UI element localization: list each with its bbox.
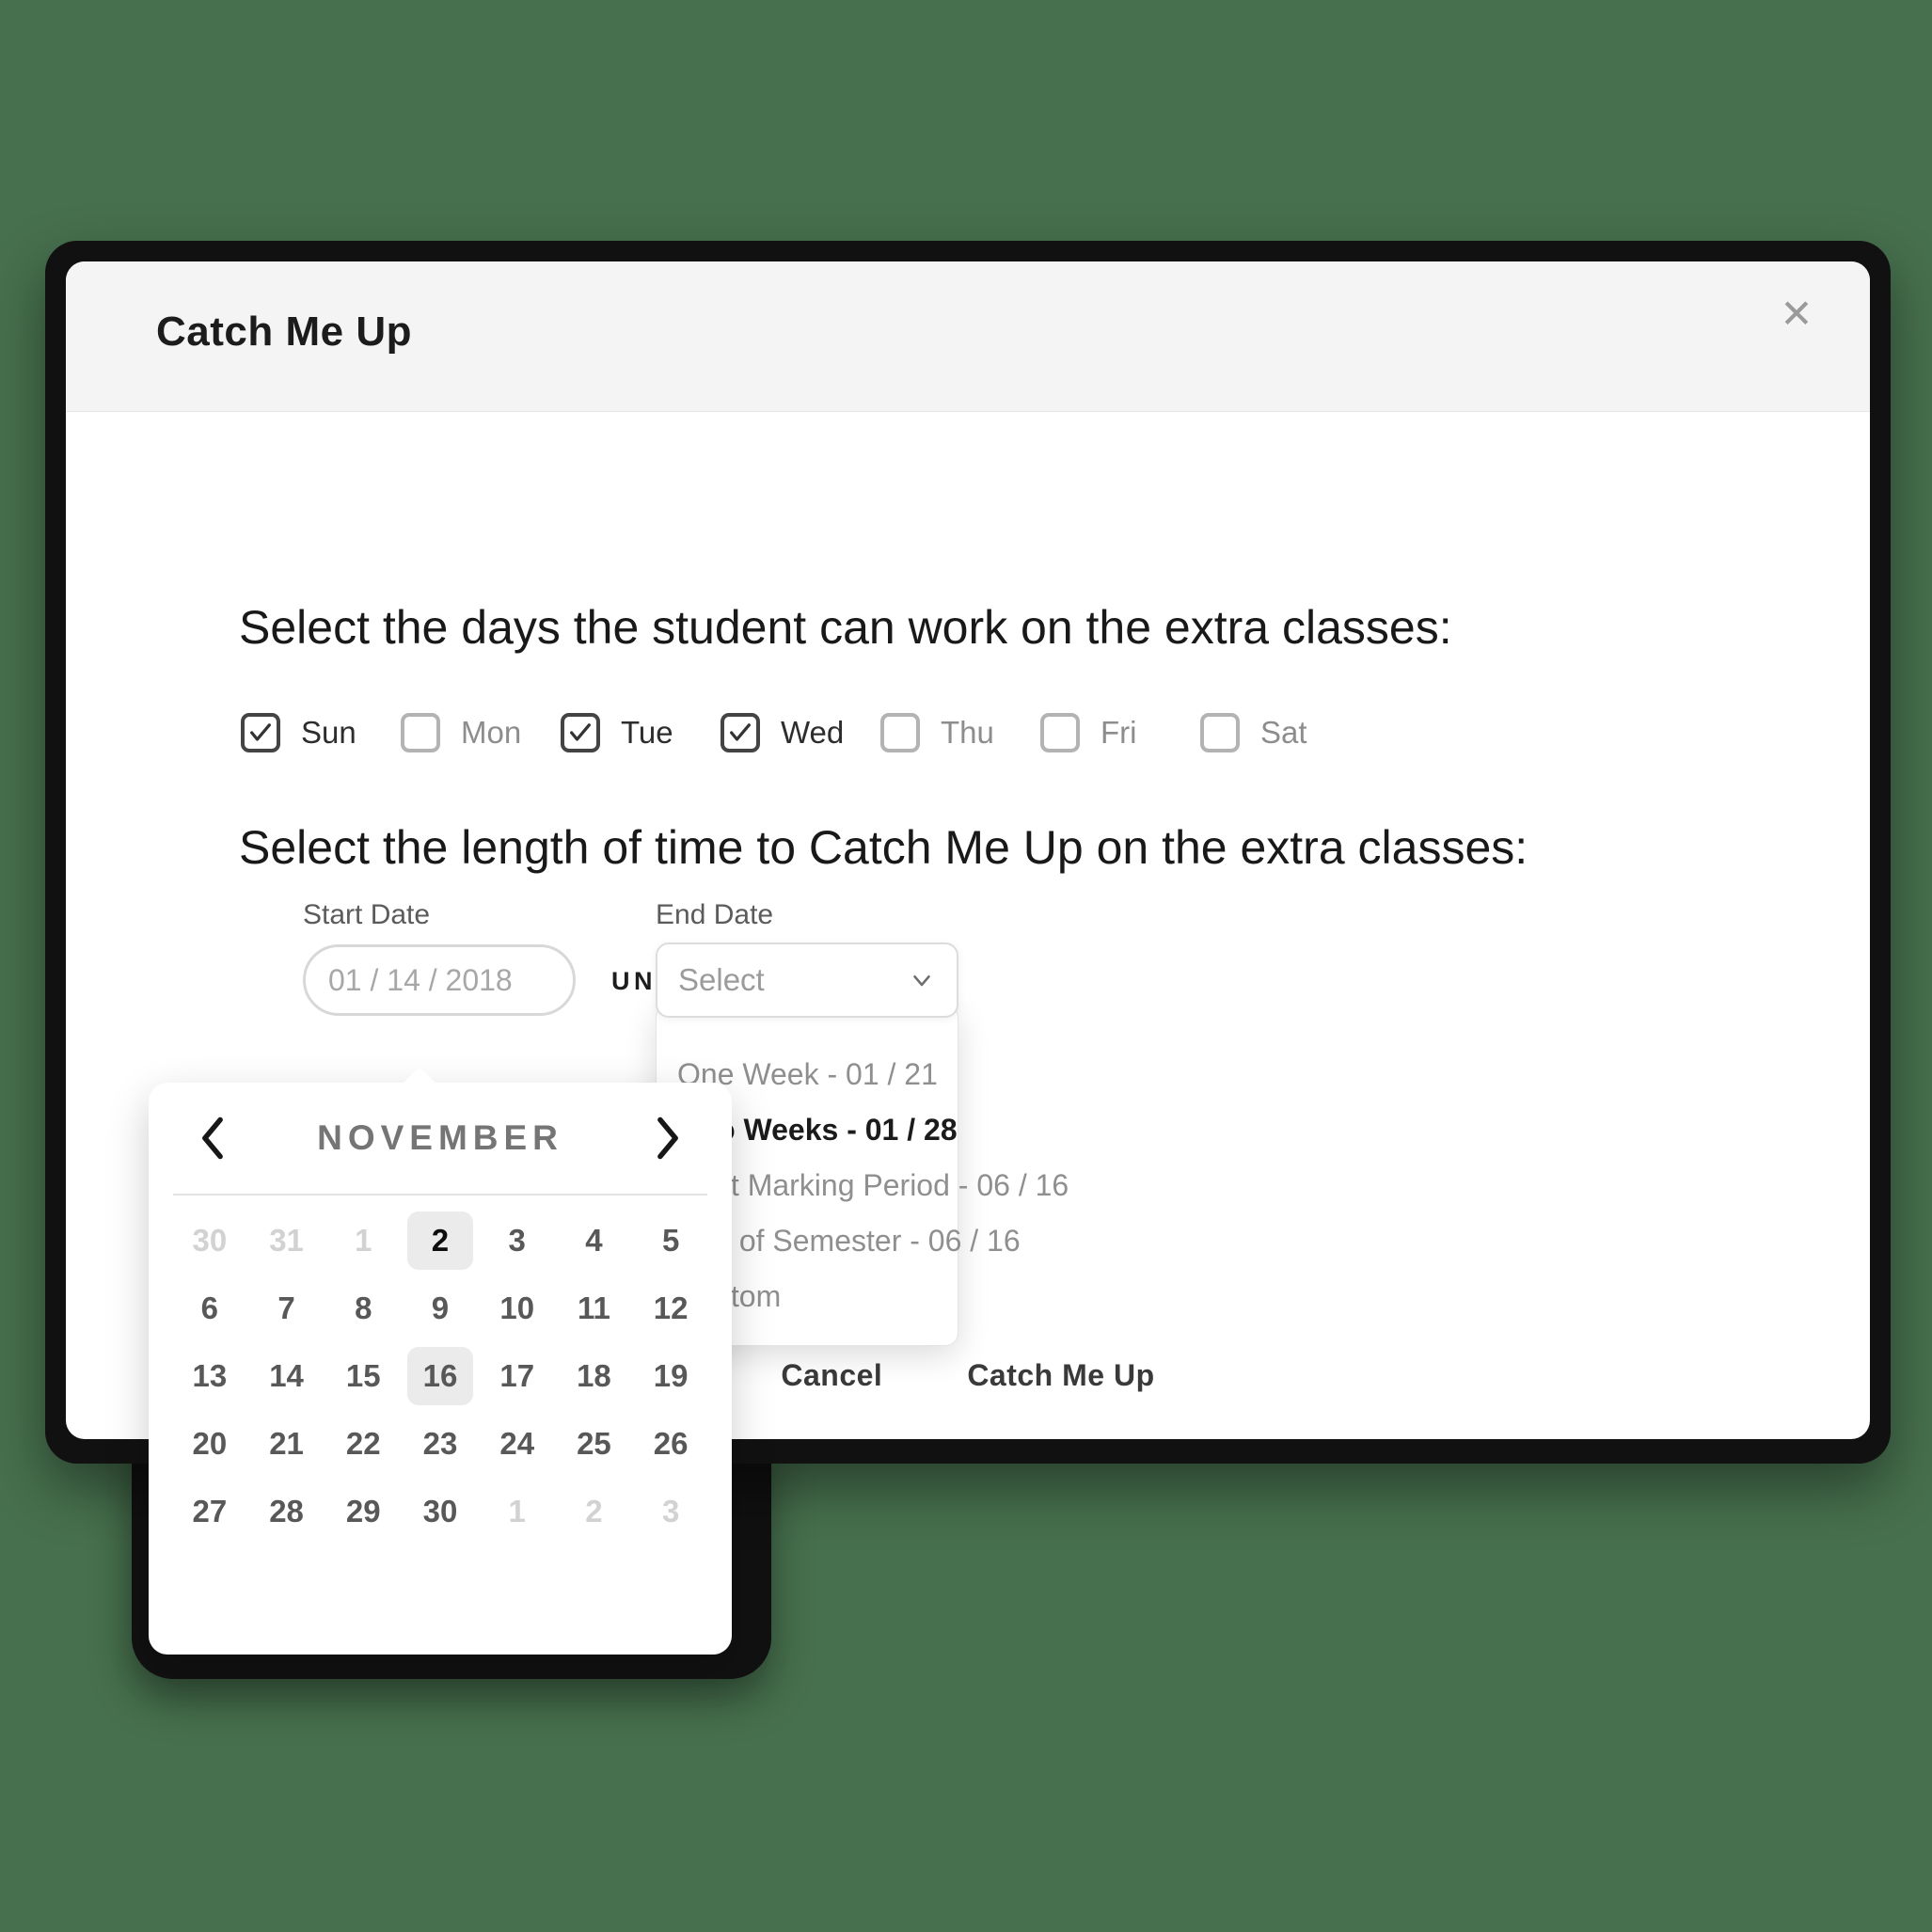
day-label: Mon bbox=[461, 715, 522, 750]
start-date-input[interactable]: 01 / 14 / 2018 bbox=[303, 944, 576, 1016]
calendar-day[interactable]: 28 bbox=[248, 1478, 325, 1545]
calendar-day[interactable]: 21 bbox=[248, 1410, 325, 1478]
calendar-day[interactable]: 23 bbox=[402, 1410, 479, 1478]
calendar-day[interactable]: 20 bbox=[171, 1410, 248, 1478]
calendar-day[interactable]: 24 bbox=[479, 1410, 556, 1478]
calendar-day[interactable]: 18 bbox=[556, 1342, 633, 1410]
calendar-day[interactable]: 1 bbox=[479, 1478, 556, 1545]
calendar-day[interactable]: 31 bbox=[248, 1207, 325, 1275]
checkbox-icon bbox=[880, 713, 920, 752]
chevron-right-icon[interactable] bbox=[643, 1114, 692, 1163]
end-date-label: End Date bbox=[656, 899, 774, 930]
calendar-day[interactable]: 10 bbox=[479, 1275, 556, 1342]
day-label: Wed bbox=[781, 715, 845, 750]
day-label: Thu bbox=[941, 715, 994, 750]
day-label: Tue bbox=[621, 715, 673, 750]
day-checkbox-tue[interactable]: Tue bbox=[561, 713, 721, 752]
start-date-label: Start Date bbox=[303, 899, 431, 930]
day-checkbox-thu[interactable]: Thu bbox=[880, 713, 1040, 752]
modal-header: Catch Me Up ✕ bbox=[66, 261, 1870, 412]
calendar-day[interactable]: 22 bbox=[325, 1410, 402, 1478]
calendar-day[interactable]: 29 bbox=[325, 1478, 402, 1545]
checkbox-icon bbox=[1200, 713, 1240, 752]
checkbox-icon bbox=[241, 713, 280, 752]
calendar-day[interactable]: 13 bbox=[171, 1342, 248, 1410]
cancel-button[interactable]: Cancel bbox=[781, 1358, 882, 1393]
calendar-day[interactable]: 11 bbox=[556, 1275, 633, 1342]
close-icon[interactable]: ✕ bbox=[1768, 286, 1825, 342]
confirm-button[interactable]: Catch Me Up bbox=[967, 1358, 1154, 1393]
day-label: Fri bbox=[1101, 715, 1137, 750]
days-section-heading: Select the days the student can work on … bbox=[239, 601, 1452, 654]
calendar-day[interactable]: 9 bbox=[402, 1275, 479, 1342]
calendar-day-selected[interactable]: 16 bbox=[402, 1342, 479, 1410]
calendar-arrow bbox=[403, 1067, 436, 1084]
calendar-day[interactable]: 2 bbox=[556, 1478, 633, 1545]
calendar-day[interactable]: 15 bbox=[325, 1342, 402, 1410]
day-label: Sun bbox=[301, 715, 356, 750]
day-checkbox-sun[interactable]: Sun bbox=[241, 713, 401, 752]
calendar-header: NOVEMBER bbox=[149, 1083, 732, 1194]
chevron-down-icon bbox=[908, 966, 936, 994]
calendar-day[interactable]: 17 bbox=[479, 1342, 556, 1410]
calendar-day[interactable]: 4 bbox=[556, 1207, 633, 1275]
day-checkbox-mon[interactable]: Mon bbox=[401, 713, 561, 752]
day-checkbox-wed[interactable]: Wed bbox=[721, 713, 880, 752]
calendar-day[interactable]: 19 bbox=[632, 1342, 709, 1410]
chevron-left-icon[interactable] bbox=[188, 1114, 237, 1163]
calendar-day[interactable]: 25 bbox=[556, 1410, 633, 1478]
checkbox-icon bbox=[561, 713, 600, 752]
calendar-day[interactable]: 26 bbox=[632, 1410, 709, 1478]
calendar-day[interactable]: 3 bbox=[632, 1478, 709, 1545]
day-checkbox-sat[interactable]: Sat bbox=[1200, 713, 1360, 752]
calendar-month-label: NOVEMBER bbox=[317, 1118, 563, 1157]
day-checkbox-fri[interactable]: Fri bbox=[1040, 713, 1200, 752]
day-checkbox-group: Sun Mon Tue Wed Thu Fri Sat bbox=[241, 713, 1360, 752]
calendar-day[interactable]: 14 bbox=[248, 1342, 325, 1410]
calendar-day[interactable]: 1 bbox=[325, 1207, 402, 1275]
calendar-day-today[interactable]: 2 bbox=[402, 1207, 479, 1275]
calendar-day[interactable]: 6 bbox=[171, 1275, 248, 1342]
calendar-grid: 30 31 1 2 3 4 5 6 7 8 9 10 11 12 13 14 1… bbox=[149, 1196, 732, 1545]
calendar-day[interactable]: 27 bbox=[171, 1478, 248, 1545]
calendar-popover: NOVEMBER 30 31 1 2 3 4 5 6 7 8 9 10 11 1… bbox=[149, 1083, 732, 1655]
calendar-day[interactable]: 3 bbox=[479, 1207, 556, 1275]
end-date-select-value: Select bbox=[678, 962, 765, 997]
checkbox-icon bbox=[721, 713, 760, 752]
calendar-day[interactable]: 7 bbox=[248, 1275, 325, 1342]
day-label: Sat bbox=[1260, 715, 1307, 750]
calendar-day[interactable]: 30 bbox=[402, 1478, 479, 1545]
calendar-day[interactable]: 12 bbox=[632, 1275, 709, 1342]
calendar-day[interactable]: 8 bbox=[325, 1275, 402, 1342]
checkbox-icon bbox=[401, 713, 440, 752]
end-date-select[interactable]: Select bbox=[656, 942, 958, 1018]
calendar-day[interactable]: 5 bbox=[632, 1207, 709, 1275]
length-section-heading: Select the length of time to Catch Me Up… bbox=[239, 821, 1528, 874]
calendar-day[interactable]: 30 bbox=[171, 1207, 248, 1275]
page-title: Catch Me Up bbox=[156, 309, 412, 355]
checkbox-icon bbox=[1040, 713, 1080, 752]
